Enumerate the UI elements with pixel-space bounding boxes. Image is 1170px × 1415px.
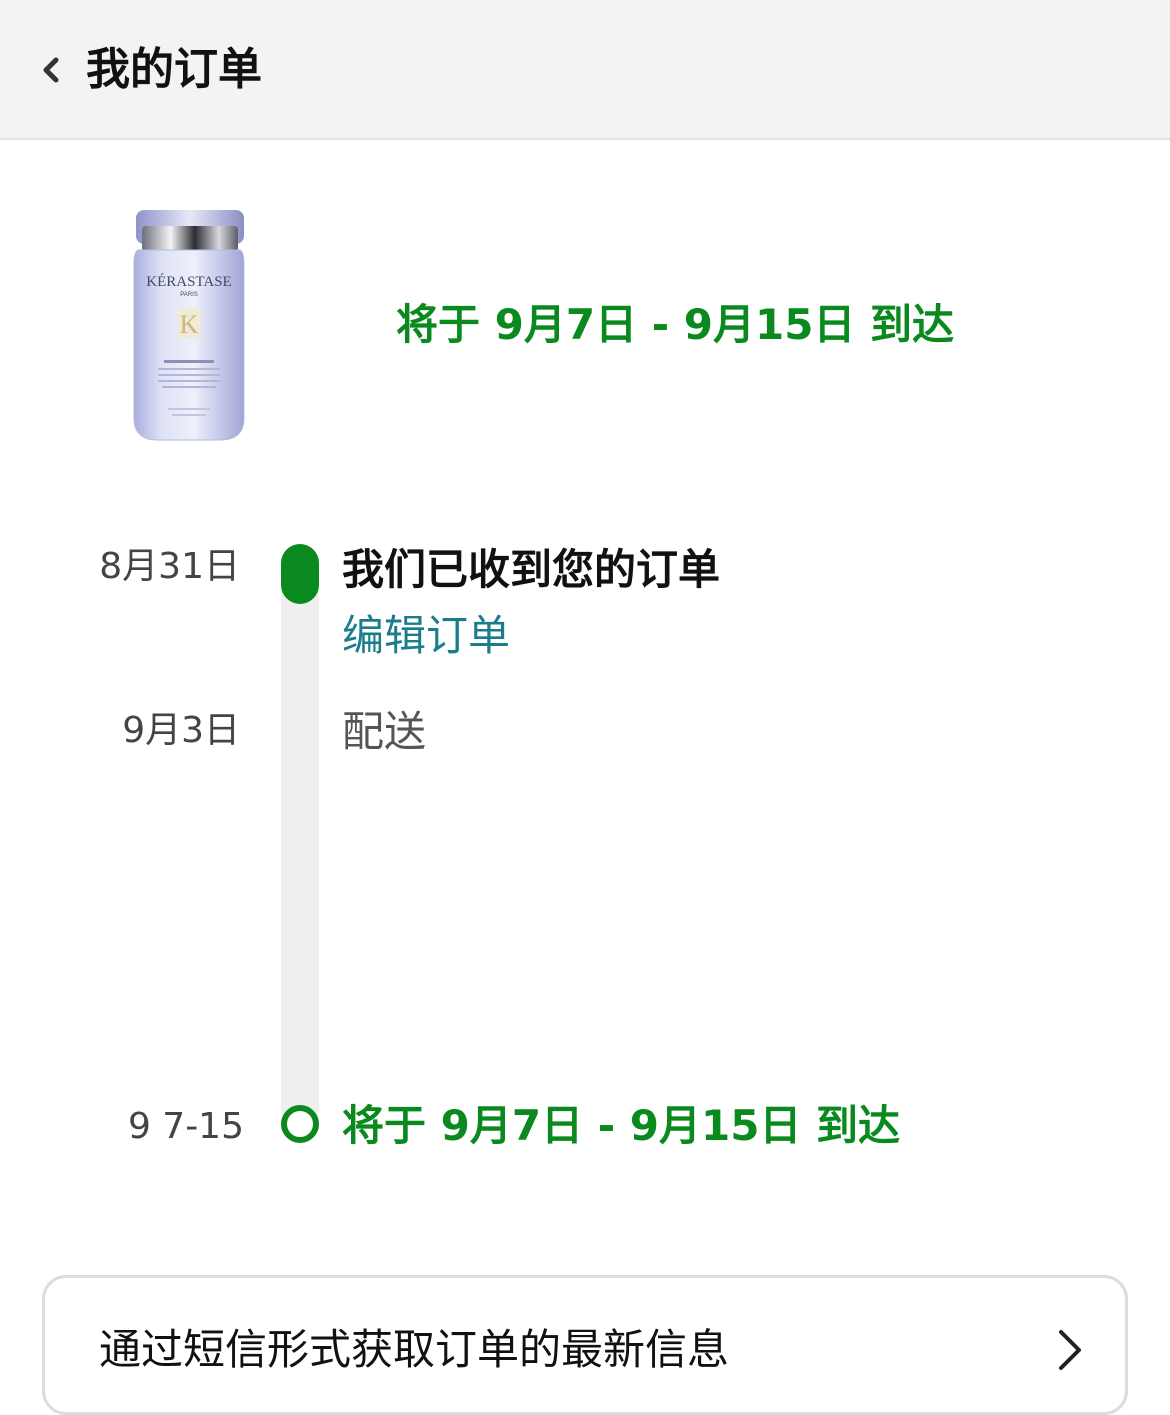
delivery-estimate-heading: 将于 9月7日 - 9月15日 到达 [396,300,955,349]
timeline-event-shipping: 配送 [342,707,427,756]
timeline-track [281,546,319,1126]
timeline-dot-completed [281,544,319,604]
edit-order-link[interactable]: 编辑订单 [342,608,510,664]
product-logo-letter: K [180,310,199,339]
timeline-date-shipping: 9月3日 [122,710,240,751]
timeline-event-delivery: 将于 9月7日 - 9月15日 到达 [342,1101,901,1150]
timeline-event-ordered: 我们已收到您的订单 [342,545,721,594]
product-brand-text: KÉRASTASE [146,273,231,290]
product-brand-sub: PARIS [180,292,198,298]
page-title: 我的订单 [86,44,262,95]
header-bar: 我的订单 [0,0,1170,140]
timeline-date-ordered: 8月31日 [99,546,240,587]
chevron-left-icon [30,46,74,94]
timeline-dot-upcoming [281,1105,319,1143]
chevron-right-icon [1051,1326,1087,1374]
sms-updates-card[interactable]: 通过短信形式获取订单的最新信息 [42,1275,1128,1415]
product-image: KÉRASTASE PARIS K [124,204,254,446]
back-button[interactable] [30,46,74,94]
sms-updates-label: 通过短信形式获取订单的最新信息 [99,1325,730,1374]
timeline-date-delivery: 9 7-15 [127,1106,244,1147]
